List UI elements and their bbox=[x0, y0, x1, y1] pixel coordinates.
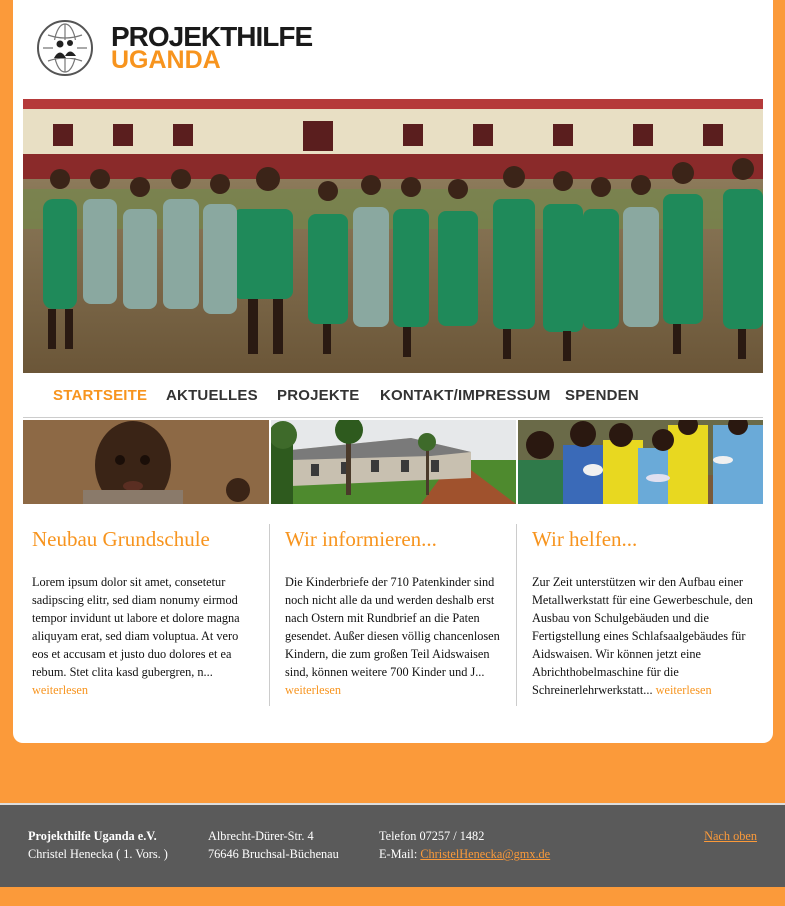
footer-top-wrap: Nach oben bbox=[704, 827, 757, 845]
footer-contact-person: Christel Henecka ( 1. Vors. ) bbox=[28, 847, 168, 861]
footer-address: Albrecht-Dürer-Str. 4 76646 Bruchsal-Büc… bbox=[208, 827, 339, 863]
read-more-link[interactable]: weiterlesen bbox=[656, 683, 712, 697]
teaser-text: Lorem ipsum dolor sit amet, consetetur s… bbox=[32, 575, 240, 697]
footer-city: 76646 Bruchsal-Büchenau bbox=[208, 847, 339, 861]
teaser-title[interactable]: Wir helfen... bbox=[532, 525, 757, 553]
teaser-title[interactable]: Wir informieren... bbox=[285, 525, 510, 553]
hero-image bbox=[23, 99, 763, 373]
globe-logo-icon bbox=[37, 20, 93, 76]
nav-item-aktuelles[interactable]: AKTUELLES bbox=[166, 387, 258, 404]
footer-email-label: E-Mail: bbox=[379, 847, 418, 861]
footer-phone: Telefon 07257 / 1482 bbox=[379, 829, 485, 843]
footer-email-row: E-Mail: ChristelHenecka@gmx.de bbox=[379, 845, 550, 863]
footer-org-name: Projekthilfe Uganda e.V. bbox=[28, 829, 157, 843]
footer-contact: Telefon 07257 / 1482 E-Mail: ChristelHen… bbox=[379, 827, 550, 863]
teaser-title[interactable]: Neubau Grundschule bbox=[32, 525, 257, 553]
back-to-top-link[interactable]: Nach oben bbox=[704, 829, 757, 843]
teaser-wir-informieren: Wir informieren... Die Kinderbriefe der … bbox=[285, 525, 510, 699]
read-more-link[interactable]: weiterlesen bbox=[32, 683, 88, 697]
column-divider bbox=[269, 524, 270, 706]
site-footer: Projekthilfe Uganda e.V. Christel Heneck… bbox=[0, 803, 785, 887]
thumbnail-children-eating[interactable] bbox=[518, 420, 763, 504]
main-navigation: STARTSEITE AKTUELLES PROJEKTE KONTAKT/IM… bbox=[23, 375, 763, 418]
read-more-link[interactable]: weiterlesen bbox=[285, 683, 341, 697]
nav-item-spenden[interactable]: SPENDEN bbox=[565, 387, 639, 404]
footer-street: Albrecht-Dürer-Str. 4 bbox=[208, 829, 314, 843]
thumbnail-child[interactable] bbox=[23, 420, 269, 504]
nav-item-startseite[interactable]: STARTSEITE bbox=[53, 387, 147, 404]
teaser-neubau-grundschule: Neubau Grundschule Lorem ipsum dolor sit… bbox=[32, 525, 257, 699]
footer-email-link[interactable]: ChristelHenecka@gmx.de bbox=[420, 847, 550, 861]
nav-item-projekte[interactable]: PROJEKTE bbox=[277, 387, 359, 404]
teaser-wir-helfen: Wir helfen... Zur Zeit unterstützen wir … bbox=[532, 525, 757, 699]
teaser-text: Zur Zeit unterstützen wir den Aufbau ein… bbox=[532, 575, 753, 697]
column-divider bbox=[516, 524, 517, 706]
thumbnail-school-building[interactable] bbox=[271, 420, 516, 504]
teaser-text: Die Kinderbriefe der 710 Patenkinder sin… bbox=[285, 575, 500, 697]
site-logo[interactable]: PROJEKTHILFE UGANDA bbox=[37, 20, 313, 78]
nav-item-kontakt-impressum[interactable]: KONTAKT/IMPRESSUM bbox=[380, 387, 551, 404]
logo-text-line2: UGANDA bbox=[111, 46, 221, 74]
footer-organization: Projekthilfe Uganda e.V. Christel Heneck… bbox=[28, 827, 168, 863]
